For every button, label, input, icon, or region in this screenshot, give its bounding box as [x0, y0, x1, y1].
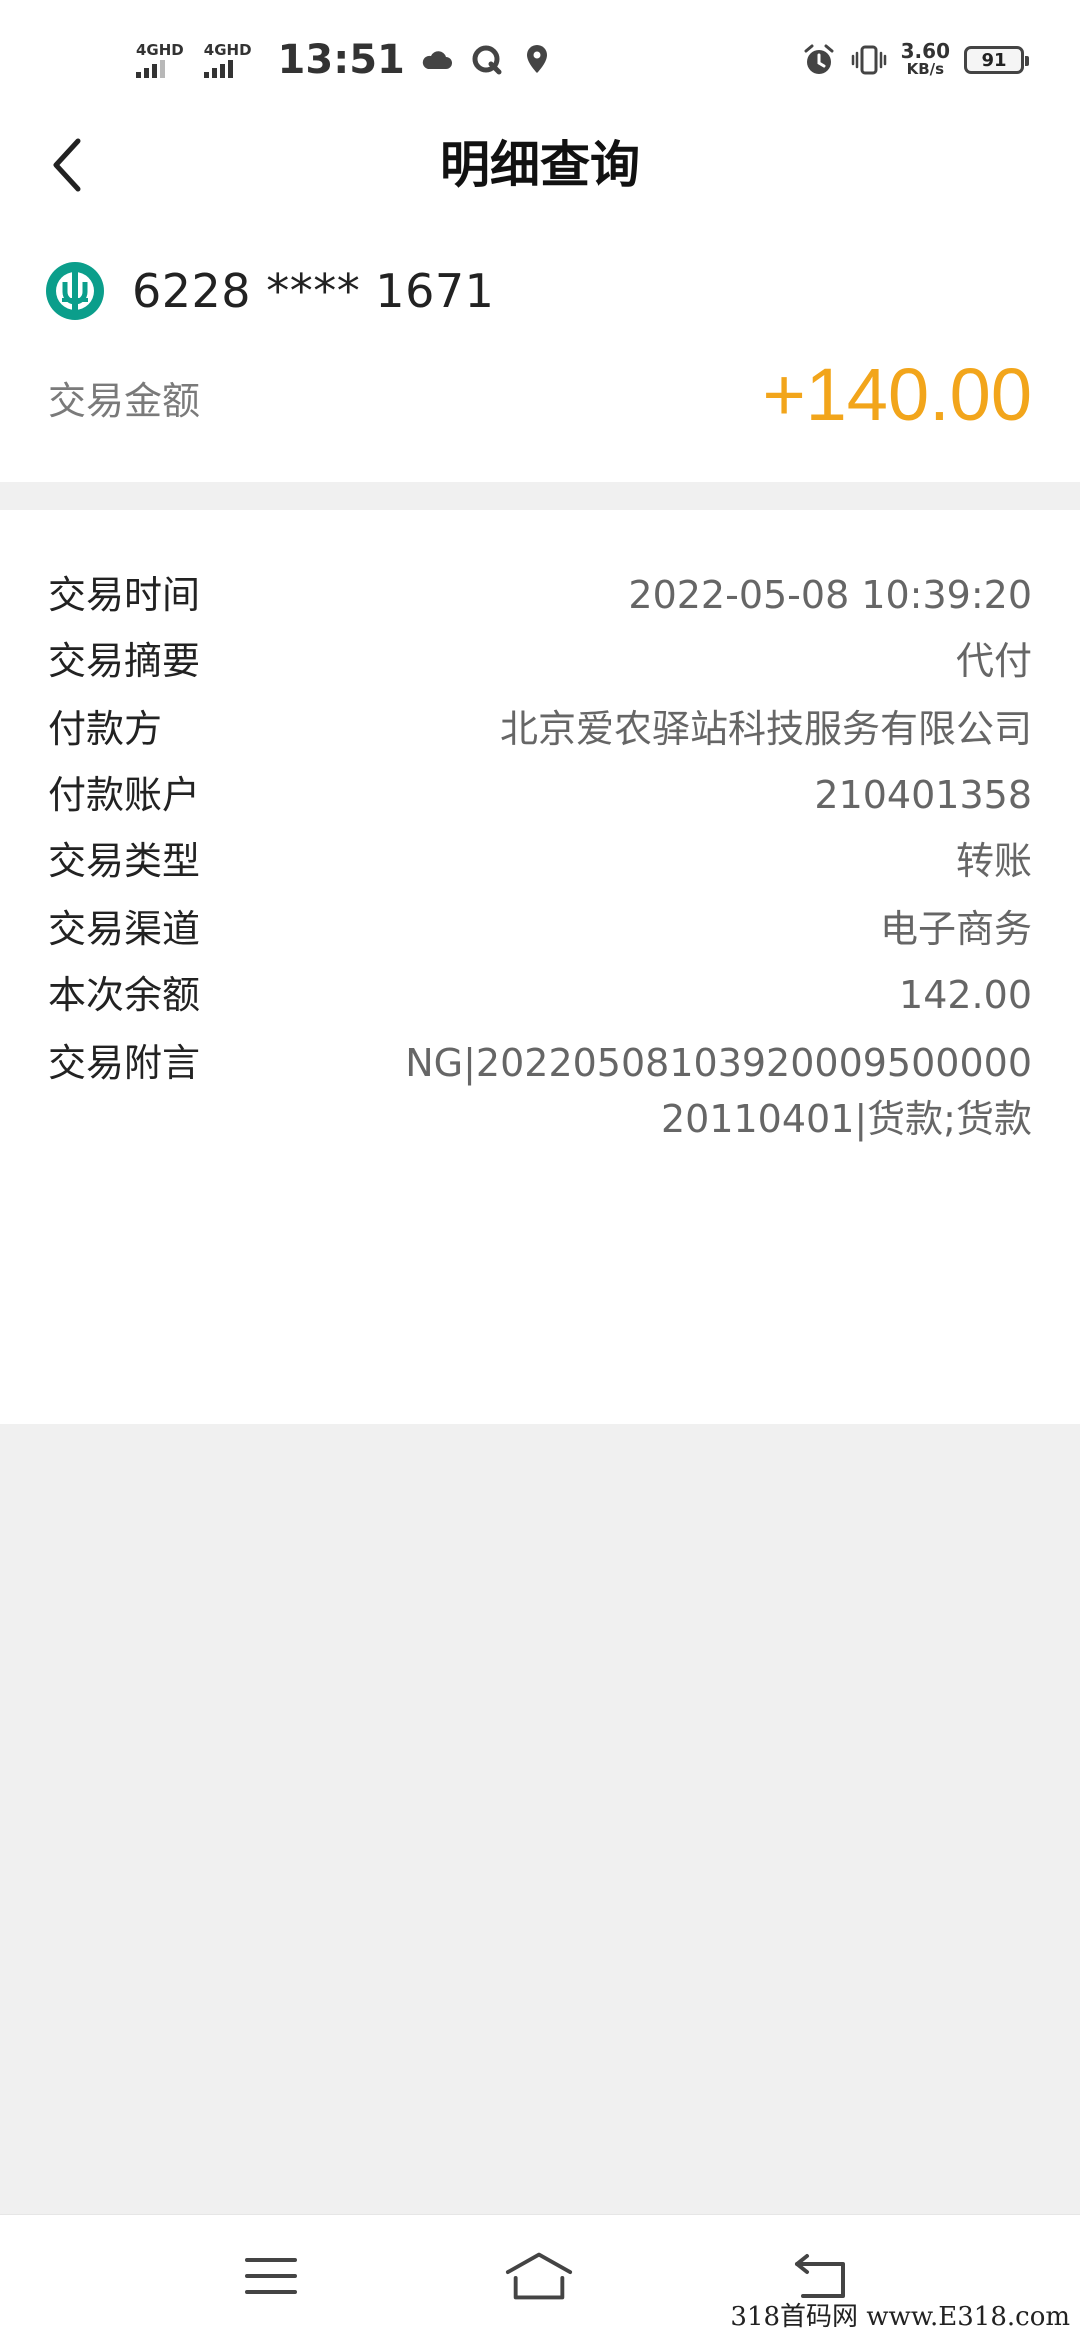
sim1-signal: 4GHD: [136, 42, 184, 78]
detail-value: 2022-05-08 10:39:20: [628, 573, 1032, 617]
detail-value: 210401358: [814, 773, 1032, 817]
system-nav-bar: 318首码网 www.E318.com: [0, 2214, 1080, 2341]
signal-bars-icon: [136, 60, 165, 78]
amount-value: +140.00: [762, 353, 1032, 436]
detail-label: 本次余额: [48, 973, 201, 1017]
status-time: 13:51: [277, 37, 405, 83]
speed-value: 3.60: [900, 39, 950, 63]
speed-unit: KB/s: [906, 60, 945, 78]
transaction-details: 交易时间 2022-05-08 10:39:20 交易摘要 代付 付款方 北京爱…: [0, 510, 1080, 1424]
signal-bars-icon: [203, 60, 233, 78]
cloud-icon: [422, 51, 452, 69]
vibrate-icon: [851, 45, 886, 75]
detail-value: 电子商务: [879, 907, 1032, 951]
detail-value-line2: 20110401|货款;货款: [660, 1097, 1032, 1141]
detail-label: 交易摘要: [48, 639, 201, 683]
battery-icon: 91: [964, 46, 1029, 74]
network-speed: 3.60 KB/s: [900, 39, 950, 78]
watermark: 318首码网 www.E318.com: [730, 2302, 1070, 2332]
back-icon: [795, 2254, 845, 2298]
detail-label: 交易时间: [48, 573, 201, 617]
detail-label: 付款账户: [48, 773, 201, 817]
card-row: 6228 **** 1671: [44, 260, 494, 322]
card-summary: 6228 **** 1671 交易金额 +140.00: [0, 210, 1080, 482]
status-bar: 4GHD 4GHD 13:51 3.60 KB/s 91: [0, 0, 1080, 120]
detail-value: 142.00: [899, 973, 1032, 1017]
alarm-icon: [804, 44, 834, 74]
detail-value: 代付: [955, 639, 1032, 683]
sim2-signal: 4GHD: [203, 41, 252, 78]
detail-label: 交易渠道: [48, 907, 201, 951]
status-right: 3.60 KB/s 91: [801, 34, 1029, 86]
battery-level: 91: [981, 49, 1007, 71]
home-icon: [505, 2252, 573, 2300]
abc-bank-logo-icon: [46, 262, 104, 320]
app-header: 明细查询: [0, 120, 1080, 210]
location-pin-icon: [526, 45, 547, 73]
status-left: 4GHD 4GHD 13:51: [136, 30, 555, 90]
home-button[interactable]: [504, 2241, 574, 2311]
detail-value: 转账: [955, 839, 1032, 883]
card-number: 6228 **** 1671: [132, 264, 495, 318]
detail-label: 交易类型: [48, 839, 201, 883]
detail-value-line1: NG|2022050810392000950000​0: [405, 1041, 1032, 1085]
sim2-label: 4GHD: [203, 41, 252, 59]
detail-label: 交易附言: [48, 1041, 201, 1085]
detail-value: 北京爱农驿站科技服务有限公司: [499, 707, 1032, 751]
amount-label: 交易金额: [48, 379, 201, 423]
page-title: 明细查询: [440, 136, 640, 194]
detail-label: 付款方: [48, 707, 163, 751]
sim1-label: 4GHD: [136, 41, 184, 59]
q-app-icon: [472, 45, 502, 75]
menu-button[interactable]: [236, 2241, 306, 2311]
menu-icon: [245, 2258, 297, 2294]
